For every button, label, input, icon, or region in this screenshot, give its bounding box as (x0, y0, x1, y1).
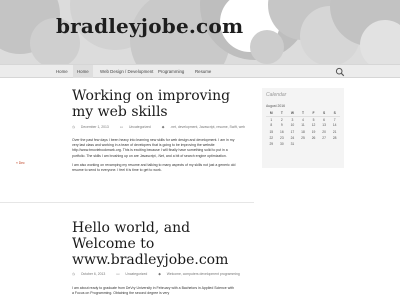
post-title[interactable]: Hello world, and Welcome to www.bradleyj… (72, 220, 228, 268)
post-title-line[interactable]: my web skills (72, 104, 230, 120)
calendar-table: M T W T F S S 1 2 3 4 5 6 7 8 9 10 11 12… (266, 110, 340, 147)
calendar-prev-link[interactable]: « Dec (16, 161, 25, 165)
post-tags[interactable]: ◆ Welcome, computers development program… (158, 272, 245, 276)
calendar-caption: August 2016 (266, 104, 286, 108)
site-header: bradleyjobe.com (0, 0, 400, 64)
post-date[interactable]: ◷ October 6, 2013 (72, 272, 110, 276)
calendar-day (298, 141, 309, 147)
post-paragraph: I am about ready to graduate from DeVry … (72, 286, 234, 296)
calendar-day (308, 141, 319, 147)
post-category[interactable]: ▭ Uncategorized (120, 125, 156, 129)
widget-title: Calendar (266, 92, 287, 98)
post-category-text[interactable]: Uncategorized (125, 272, 147, 276)
post-date[interactable]: ◷ December 1, 2013 (72, 125, 114, 129)
post-title-line[interactable]: Welcome to (72, 236, 228, 252)
site-title[interactable]: bradleyjobe.com (56, 14, 243, 38)
clock-icon: ◷ (72, 272, 75, 276)
post-body: Over the past few days I been heavy into… (72, 138, 236, 177)
nav-item-home-2[interactable]: Home (73, 65, 93, 78)
calendar-day (329, 141, 340, 147)
post-body: I am about ready to graduate from DeVry … (72, 286, 236, 300)
post-divider (0, 202, 254, 203)
post-paragraph: Over the past few days I been heavy into… (72, 138, 235, 158)
post-title-line[interactable]: www.bradleyjobe.com (72, 252, 228, 268)
header-bubble (250, 30, 284, 64)
post-category-text[interactable]: Uncategorized (129, 125, 151, 129)
post-title[interactable]: Working on improving my web skills (72, 88, 230, 120)
calendar-day: 29 (269, 142, 274, 147)
calendar-day (319, 141, 330, 147)
post-category[interactable]: ▭ Uncategorized (116, 272, 152, 276)
post-tags-text[interactable]: .net, development, Javascript, resume, S… (170, 125, 245, 129)
folder-icon: ▭ (116, 272, 120, 276)
main-navigation: Home Home Web Design / Development Progr… (0, 64, 400, 78)
post-title-line[interactable]: Hello world, and (72, 220, 228, 236)
post-tags[interactable]: ◆ .net, development, Javascript, resume,… (162, 125, 250, 129)
calendar-day: 30 (280, 142, 284, 147)
nav-item-web-design[interactable]: Web Design / Development (96, 65, 157, 78)
clock-icon: ◷ (72, 125, 75, 129)
tag-icon: ◆ (158, 272, 161, 276)
nav-item-programming[interactable]: Programming (154, 65, 188, 78)
post-meta: ◷ December 1, 2013 ▭ Uncategorized ◆ .ne… (72, 125, 255, 129)
content-area: Working on improving my web skills ◷ Dec… (0, 78, 400, 300)
search-icon[interactable] (335, 67, 345, 77)
post-title-line[interactable]: Working on improving (72, 88, 230, 104)
folder-icon: ▭ (119, 125, 123, 129)
post-paragraph: I am also working on revamping my resume… (72, 162, 236, 173)
tag-icon: ◆ (161, 125, 165, 129)
nav-item-home[interactable]: Home (52, 65, 72, 78)
post-meta: ◷ October 6, 2013 ▭ Uncategorized ◆ Welc… (72, 272, 250, 276)
calendar-day: 31 (290, 142, 295, 147)
post-tags-text[interactable]: Welcome, computers development programmi… (167, 272, 240, 276)
calendar-widget: Calendar August 2016 M T W T F S S 1 2 3 (262, 88, 344, 168)
post-date-text[interactable]: October 6, 2013 (81, 272, 105, 276)
nav-item-resume[interactable]: Resume (191, 65, 215, 78)
post-date-text[interactable]: December 1, 2013 (81, 125, 109, 129)
